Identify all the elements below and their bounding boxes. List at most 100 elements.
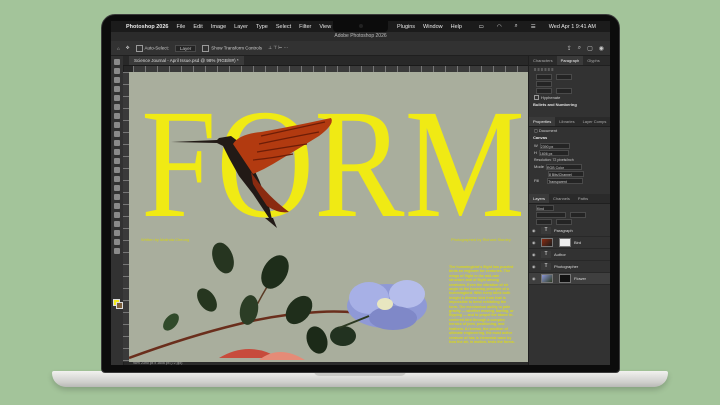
background-color-swatch[interactable] (116, 302, 123, 309)
eyedropper-tool-icon[interactable] (114, 113, 120, 119)
dodge-tool-icon[interactable] (114, 185, 120, 191)
transform-controls-checkbox[interactable]: Show Transform Controls (202, 44, 262, 52)
canvas-height-field[interactable]: 1606 px (538, 149, 569, 156)
tab-libraries[interactable]: Libraries (555, 117, 578, 126)
menu-edit[interactable]: Edit (193, 24, 202, 30)
menubar-right-menus: Plugins Window Help (397, 21, 470, 32)
path-select-tool-icon[interactable] (114, 212, 120, 218)
indent-first-row (529, 80, 610, 87)
space-before-field[interactable] (536, 87, 552, 94)
hand-tool-icon[interactable] (114, 230, 120, 236)
search-icon[interactable]: ⌕ (578, 45, 581, 52)
align-buttons-row[interactable]: ≡ ≡ ≡ ≡ ≡ ≡ (529, 66, 610, 73)
auto-select-checkbox[interactable]: Auto-Select: (135, 44, 169, 52)
flower-layer-thumb (541, 274, 553, 283)
indent-left-field[interactable] (536, 73, 552, 80)
menu-window[interactable]: Window (423, 24, 443, 30)
menu-help[interactable]: Help (451, 24, 462, 30)
home-icon[interactable]: ⌂ (117, 46, 120, 51)
document-row: ▢ Document (529, 127, 610, 134)
layer-row-bird[interactable]: ◉ Bird (529, 237, 610, 249)
layer-row-photographer[interactable]: ◉ T Photographer (529, 261, 610, 273)
properties-panel-tabs: Properties Libraries Layer Comps (529, 117, 610, 127)
blend-mode-dropdown[interactable] (536, 211, 566, 218)
marquee-tool-icon[interactable] (114, 68, 120, 74)
menubar-status: ▭ ◠ ⌕ ☰ Wed Apr 1 9:41 AM (479, 21, 604, 32)
canvas-width-field[interactable]: 2390 px (539, 142, 570, 149)
tab-glyphs[interactable]: Glyphs (583, 56, 603, 65)
text-layer-thumb: T (541, 263, 551, 270)
hyphenate-label: Hyphenate (541, 95, 561, 100)
layer-row-paragraph[interactable]: ◉ T Paragraph (529, 225, 610, 237)
layer-name: Photographer (554, 264, 579, 269)
gradient-tool-icon[interactable] (114, 167, 120, 173)
opacity-field[interactable] (570, 211, 586, 218)
document-canvas[interactable]: FORM Written by Malinda Cheung Photograp… (129, 72, 528, 362)
app-menu[interactable]: Photoshop 2026 (126, 24, 168, 30)
tab-layers[interactable]: Layers (529, 194, 550, 203)
visibility-eye-icon[interactable]: ◉ (532, 240, 538, 245)
battery-icon[interactable]: ▭ (479, 24, 484, 30)
layer-kind-dropdown[interactable]: Kind (536, 204, 554, 211)
healing-tool-icon[interactable] (114, 122, 120, 128)
clone-stamp-tool-icon[interactable] (114, 140, 120, 146)
type-tool-icon[interactable] (114, 203, 120, 209)
fill-percent-field[interactable] (556, 218, 572, 225)
workspace-icon[interactable]: ▢ (587, 45, 593, 52)
move-tool-icon[interactable]: ✥ (126, 45, 130, 51)
edit-toolbar-icon[interactable] (114, 248, 120, 254)
right-panels: Characters Paragraph Glyphs ≡ ≡ ≡ ≡ ≡ ≡ … (528, 56, 610, 365)
object-select-tool-icon[interactable] (114, 86, 120, 92)
search-icon[interactable]: ⌕ (515, 23, 518, 30)
eraser-tool-icon[interactable] (114, 158, 120, 164)
brush-tool-icon[interactable] (114, 131, 120, 137)
pen-tool-icon[interactable] (114, 194, 120, 200)
tab-paths[interactable]: Paths (574, 194, 592, 203)
layer-row-author[interactable]: ◉ T Author (529, 249, 610, 261)
menu-view[interactable]: View (319, 24, 331, 30)
menubar-clock[interactable]: Wed Apr 1 9:41 AM (549, 24, 596, 30)
tab-properties[interactable]: Properties (529, 117, 556, 126)
history-brush-tool-icon[interactable] (114, 149, 120, 155)
space-after-field[interactable] (556, 87, 572, 94)
tab-channels[interactable]: Channels (549, 194, 574, 203)
auto-select-dropdown[interactable]: Layer (175, 44, 197, 52)
lasso-tool-icon[interactable] (114, 77, 120, 83)
canvas-section-title[interactable]: Canvas (529, 134, 610, 142)
menu-type[interactable]: Type (256, 24, 268, 30)
tab-layer-comps[interactable]: Layer Comps (579, 117, 610, 126)
discover-icon[interactable]: ◉ (599, 45, 604, 52)
share-icon[interactable]: ⇪ (567, 45, 572, 52)
layer-row-flower[interactable]: ◉ Flower (529, 273, 610, 285)
menu-select[interactable]: Select (276, 24, 291, 30)
shape-tool-icon[interactable] (114, 221, 120, 227)
indent-right-field[interactable] (556, 73, 572, 80)
visibility-eye-icon[interactable]: ◉ (532, 264, 538, 269)
tab-characters[interactable]: Characters (529, 56, 557, 65)
visibility-eye-icon[interactable]: ◉ (532, 252, 538, 257)
depth-dropdown[interactable]: 8 Bits/Channel (548, 170, 584, 177)
menu-plugins[interactable]: Plugins (397, 24, 415, 30)
menu-file[interactable]: File (176, 24, 185, 30)
align-icons[interactable]: ⊥ ⊤ ⊢ ⋯ (268, 45, 288, 51)
tab-paragraph[interactable]: Paragraph (556, 56, 584, 65)
fill-dropdown[interactable]: Transparent (547, 177, 584, 184)
blur-tool-icon[interactable] (114, 176, 120, 182)
menu-layer[interactable]: Layer (234, 24, 248, 30)
first-line-indent-field[interactable] (536, 80, 552, 87)
crop-tool-icon[interactable] (114, 95, 120, 101)
move-tool-icon[interactable] (114, 59, 120, 65)
bullets-numbering-title[interactable]: Bullets and Numbering (529, 101, 610, 109)
lock-buttons[interactable] (536, 218, 552, 225)
visibility-eye-icon[interactable]: ◉ (532, 276, 538, 281)
frame-tool-icon[interactable] (114, 104, 120, 110)
mode-dropdown[interactable]: RGB Color (546, 163, 583, 170)
visibility-eye-icon[interactable]: ◉ (532, 228, 538, 233)
wifi-icon[interactable]: ◠ (497, 24, 502, 30)
document-tab[interactable]: Science Journal - April Issue.psd @ 98% … (129, 56, 244, 65)
zoom-tool-icon[interactable] (114, 239, 120, 245)
menu-filter[interactable]: Filter (299, 24, 311, 30)
menu-image[interactable]: Image (211, 24, 226, 30)
hyphenate-row[interactable]: Hyphenate (529, 94, 610, 101)
control-center-icon[interactable]: ☰ (531, 24, 536, 30)
